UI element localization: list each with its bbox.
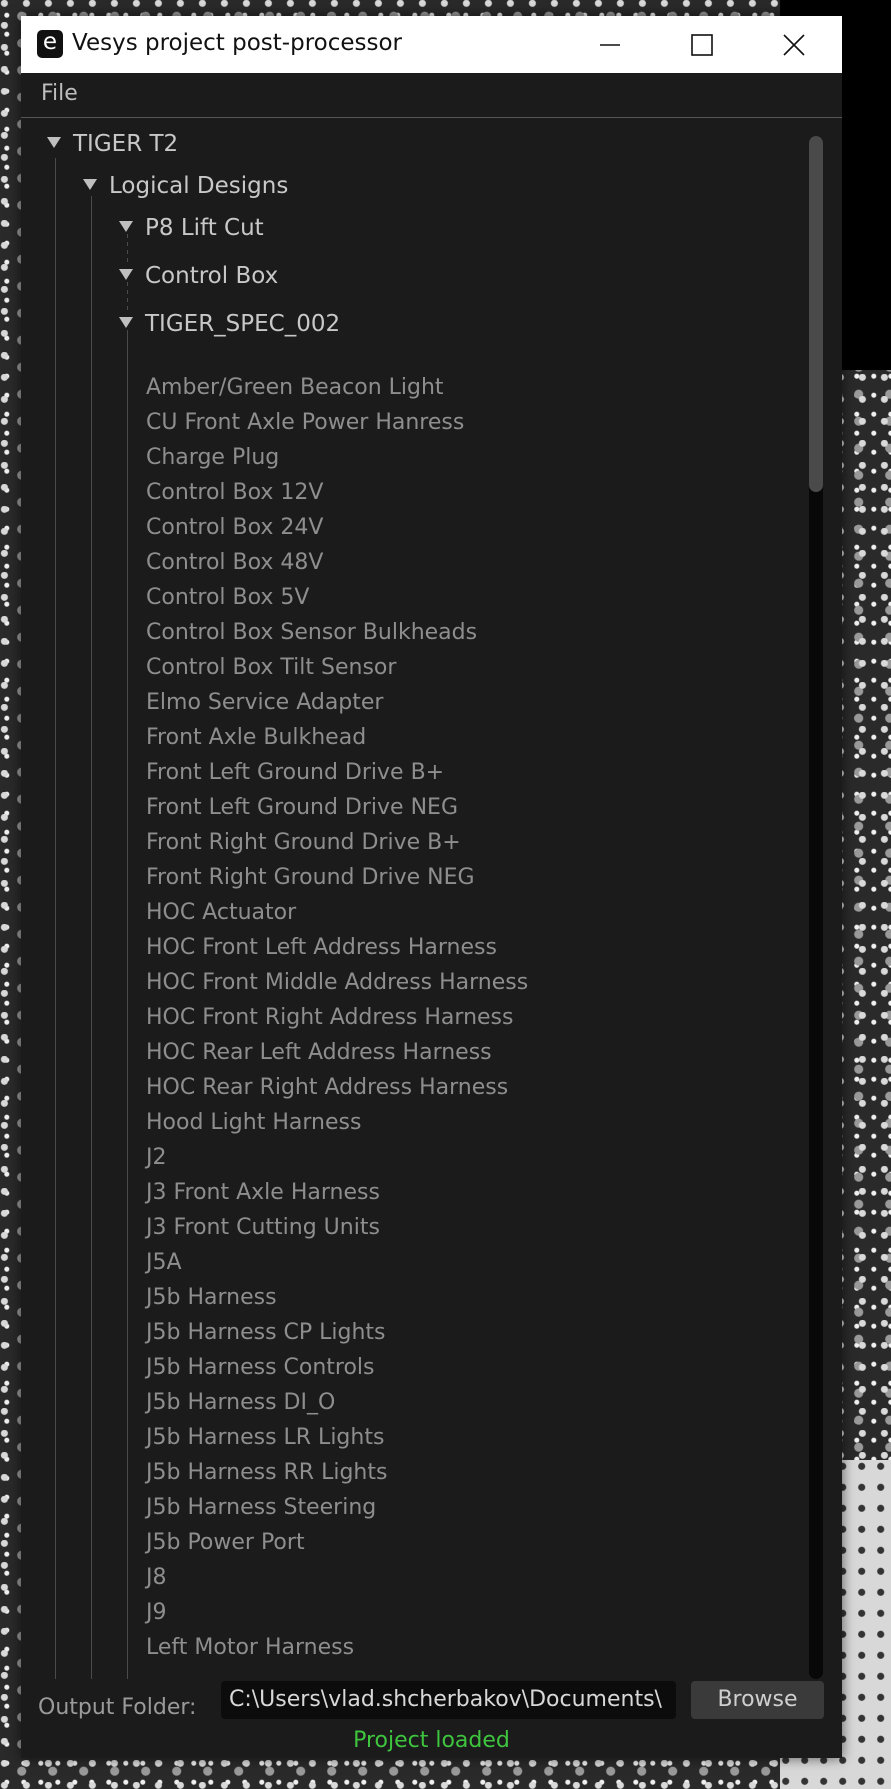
scrollbar-thumb[interactable]: [809, 136, 823, 492]
close-icon: [783, 33, 805, 56]
tree-guide-design-3: [127, 330, 128, 1679]
tree-node-logical-designs[interactable]: Logical Designs: [83, 171, 288, 201]
tree-leaf-item[interactable]: Charge Plug: [146, 442, 279, 474]
title-bar[interactable]: e Vesys project post-processor: [21, 16, 842, 73]
minimize-button[interactable]: [564, 16, 656, 73]
tree-leaf-item[interactable]: Left Motor Harness: [146, 1632, 354, 1664]
tree-leaf-item[interactable]: Front Left Ground Drive NEG: [146, 792, 458, 824]
tree-leaf-item[interactable]: Front Right Ground Drive NEG: [146, 862, 475, 894]
tree-leaf-item[interactable]: Control Box 24V: [146, 512, 323, 544]
tree-leaf-item[interactable]: J5b Harness RR Lights: [146, 1457, 387, 1489]
tree-leaf-item[interactable]: J5b Harness LR Lights: [146, 1422, 384, 1454]
scrollbar-track[interactable]: [809, 136, 823, 1679]
tree-node-label: P8 Lift Cut: [145, 215, 264, 241]
project-tree[interactable]: TIGER T2 Logical Designs P8 Lift Cut Con…: [21, 128, 811, 1679]
output-folder-input[interactable]: C:\Users\vlad.shcherbakov\Documents\: [221, 1681, 676, 1719]
tree-leaf-item[interactable]: J5b Harness Controls: [146, 1352, 375, 1384]
expand-arrow-icon[interactable]: [83, 179, 97, 190]
tree-guide-group: [91, 196, 92, 1679]
tree-leaf-item[interactable]: HOC Front Middle Address Harness: [146, 967, 528, 999]
app-icon: e: [37, 30, 63, 58]
tree-leaf-item[interactable]: J3 Front Axle Harness: [146, 1177, 380, 1209]
tree-node-design[interactable]: Control Box: [119, 261, 278, 291]
expand-arrow-icon[interactable]: [119, 221, 133, 232]
tree-guide-root: [55, 158, 56, 1679]
tree-node-design[interactable]: TIGER_SPEC_002: [119, 309, 340, 339]
tree-node-label: Control Box: [145, 263, 279, 289]
tree-leaf-item[interactable]: HOC Front Right Address Harness: [146, 1002, 513, 1034]
tree-leaf-item[interactable]: J2: [146, 1142, 167, 1174]
tree-leaf-item[interactable]: J5b Harness: [146, 1282, 277, 1314]
tree-leaf-item[interactable]: Control Box 5V: [146, 582, 309, 614]
tree-leaf-item[interactable]: Control Box Tilt Sensor: [146, 652, 396, 684]
tree-leaf-item[interactable]: J5b Harness Steering: [146, 1492, 376, 1524]
tree-leaf-item[interactable]: Control Box Sensor Bulkheads: [146, 617, 477, 649]
tree-leaf-item[interactable]: Elmo Service Adapter: [146, 687, 383, 719]
tree-leaf-item[interactable]: CU Front Axle Power Hanress: [146, 407, 464, 439]
menu-file[interactable]: File: [41, 81, 78, 106]
tree-leaf-item[interactable]: J5b Harness DI_O: [146, 1387, 335, 1419]
tree-leaf-item[interactable]: Front Axle Bulkhead: [146, 722, 366, 754]
expand-arrow-icon[interactable]: [119, 317, 133, 328]
tree-leaf-item[interactable]: J5A: [146, 1247, 182, 1279]
tree-node-root[interactable]: TIGER T2: [47, 129, 178, 159]
tree-node-label: TIGER T2: [73, 131, 179, 157]
tree-leaf-item[interactable]: HOC Actuator: [146, 897, 296, 929]
expand-arrow-icon[interactable]: [47, 137, 61, 148]
close-button[interactable]: [748, 16, 840, 73]
window-title: Vesys project post-processor: [72, 30, 403, 56]
tree-leaf-item[interactable]: J5b Harness CP Lights: [146, 1317, 386, 1349]
browse-button[interactable]: Browse: [691, 1681, 824, 1719]
maximize-icon: [691, 33, 713, 56]
tree-leaf-item[interactable]: HOC Rear Right Address Harness: [146, 1072, 508, 1104]
status-text: Project loaded: [353, 1728, 510, 1753]
output-folder-label: Output Folder:: [38, 1695, 197, 1720]
tree-leaf-item[interactable]: Front Left Ground Drive B+: [146, 757, 444, 789]
tree-leaf-item[interactable]: Front Right Ground Drive B+: [146, 827, 461, 859]
tree-leaf-item[interactable]: Control Box 12V: [146, 477, 323, 509]
tree-leaf-item[interactable]: Hood Light Harness: [146, 1107, 361, 1139]
expand-arrow-icon[interactable]: [119, 269, 133, 280]
tree-node-design[interactable]: P8 Lift Cut: [119, 213, 264, 243]
tree-node-label: TIGER_SPEC_002: [145, 311, 341, 337]
tree-leaf-item[interactable]: HOC Rear Left Address Harness: [146, 1037, 492, 1069]
tree-leaf-item[interactable]: J3 Front Cutting Units: [146, 1212, 380, 1244]
menu-bar: File: [21, 73, 842, 118]
tree-leaf-item[interactable]: J9: [146, 1597, 167, 1629]
tree-leaf-item[interactable]: HOC Front Left Address Harness: [146, 932, 497, 964]
tree-leaf-item[interactable]: J5b Power Port: [146, 1527, 305, 1559]
minimize-icon: [600, 43, 620, 46]
tree-leaf-item[interactable]: Control Box 48V: [146, 547, 323, 579]
tree-leaf-item[interactable]: J8: [146, 1562, 167, 1594]
app-window: e Vesys project post-processor File TIGE…: [21, 16, 842, 1758]
tree-leaf-item[interactable]: Amber/Green Beacon Light: [146, 372, 444, 404]
tree-node-label: Logical Designs: [109, 173, 289, 199]
maximize-button[interactable]: [656, 16, 748, 73]
